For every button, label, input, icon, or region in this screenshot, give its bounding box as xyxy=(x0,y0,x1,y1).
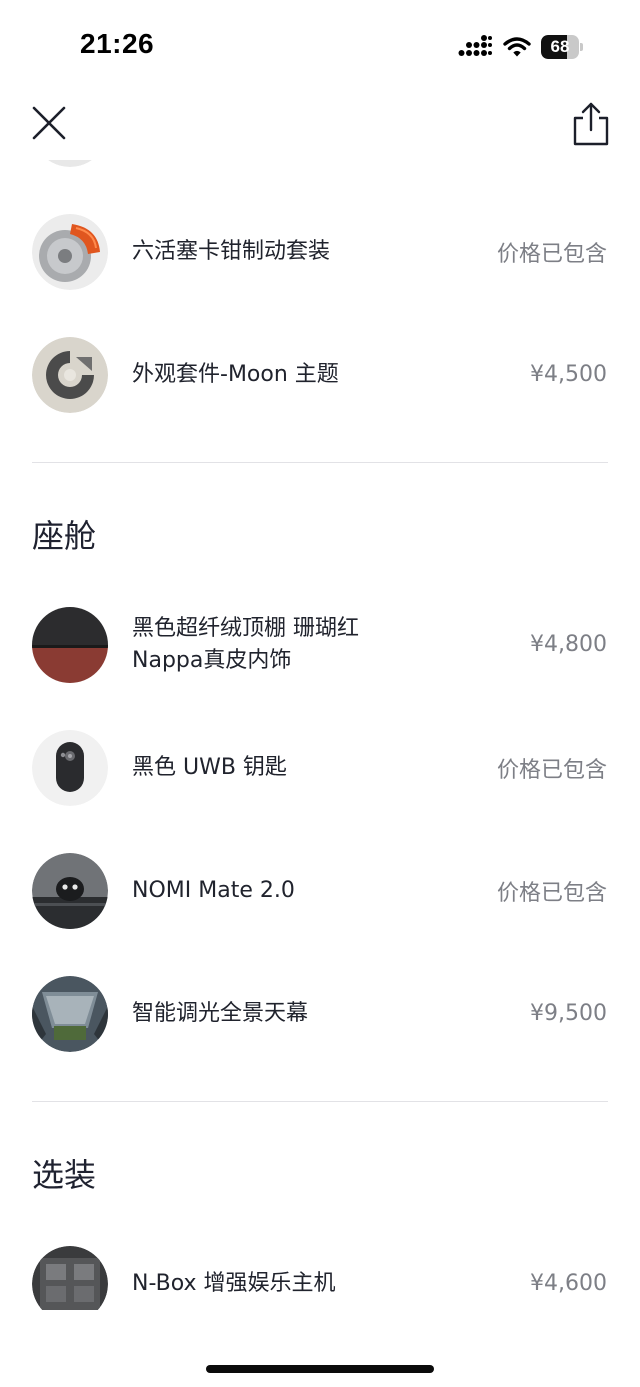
list-item[interactable]: 外观套件-Moon 主题 ¥4,500 xyxy=(0,313,640,436)
panoramic-roof-thumbnail xyxy=(32,976,108,1052)
list-item[interactable]: 六活塞卡钳制动套装 价格已包含 xyxy=(0,190,640,313)
item-name: 智能调光全景天幕 xyxy=(132,952,308,1075)
nomi-mate-thumbnail xyxy=(32,853,108,929)
item-name-line2: Nappa真皮内饰 xyxy=(132,647,292,673)
nav-bar xyxy=(0,90,640,160)
item-price: 价格已包含 xyxy=(496,241,607,267)
list-item[interactable]: NOMI Mate 2.0 价格已包含 xyxy=(0,829,640,952)
uwb-key-thumbnail xyxy=(32,730,108,806)
item-name: 外观套件-Moon 主题 xyxy=(132,313,339,436)
list-item[interactable] xyxy=(0,160,640,190)
moon-theme-thumbnail xyxy=(32,337,108,413)
wifi-icon xyxy=(503,37,531,57)
item-price: ¥4,800 xyxy=(530,632,607,657)
list-item[interactable]: 黑色 UWB 钥匙 价格已包含 xyxy=(0,706,640,829)
list-item[interactable]: N-Box 增强娱乐主机 ¥4,600 xyxy=(0,1222,640,1310)
item-name: 黑色 UWB 钥匙 xyxy=(132,706,287,829)
interior-swatch-thumbnail xyxy=(32,607,108,683)
item-price: 价格已包含 xyxy=(496,880,607,906)
item-price: ¥4,600 xyxy=(530,1271,607,1296)
item-name-line1: 黑色超纤绒顶棚 珊瑚红 xyxy=(132,615,359,641)
section-title: 座舱 xyxy=(32,517,97,555)
item-price: ¥4,500 xyxy=(530,362,607,387)
configuration-list[interactable]: 六活塞卡钳制动套装 价格已包含 外观套件-Moon 主题 ¥4,500 座舱 黑… xyxy=(0,160,640,1310)
list-item[interactable]: 智能调光全景天幕 ¥9,500 xyxy=(0,952,640,1075)
item-price: 价格已包含 xyxy=(496,757,607,783)
item-name-text: 外观套件-Moon 主题 xyxy=(132,361,339,387)
close-icon xyxy=(32,106,66,140)
cellular-signal-icon xyxy=(458,35,492,56)
item-price: ¥9,500 xyxy=(530,1001,607,1026)
close-button[interactable] xyxy=(28,102,72,146)
item-name: NOMI Mate 2.0 xyxy=(132,829,295,952)
share-button[interactable] xyxy=(568,100,614,148)
section-title: 选装 xyxy=(32,1156,97,1194)
home-indicator[interactable] xyxy=(206,1365,434,1373)
item-name: 黑色超纤绒顶棚 珊瑚红 Nappa真皮内饰 xyxy=(132,583,359,706)
brake-caliper-thumbnail xyxy=(32,214,108,290)
item-name-text: 智能调光全景天幕 xyxy=(132,1000,309,1026)
item-name-text: 六活塞卡钳制动套装 xyxy=(132,238,331,264)
item-name-text: 黑色 UWB 钥匙 xyxy=(132,754,287,780)
nbox-thumbnail xyxy=(32,1246,108,1310)
battery-indicator: 68 xyxy=(541,35,583,59)
item-name-text: NOMI Mate 2.0 xyxy=(132,877,295,903)
share-icon xyxy=(573,102,609,146)
wheel-thumbnail xyxy=(32,160,108,167)
item-name-text: N-Box 增强娱乐主机 xyxy=(132,1270,336,1296)
battery-percentage: 68 xyxy=(550,37,570,56)
item-name: 六活塞卡钳制动套装 xyxy=(132,190,330,313)
status-time: 21:26 xyxy=(80,28,155,59)
item-name: N-Box 增强娱乐主机 xyxy=(132,1222,336,1310)
status-bar: 21:26 68 xyxy=(0,0,640,90)
list-item[interactable]: 黑色超纤绒顶棚 珊瑚红 Nappa真皮内饰 ¥4,800 xyxy=(0,583,640,706)
